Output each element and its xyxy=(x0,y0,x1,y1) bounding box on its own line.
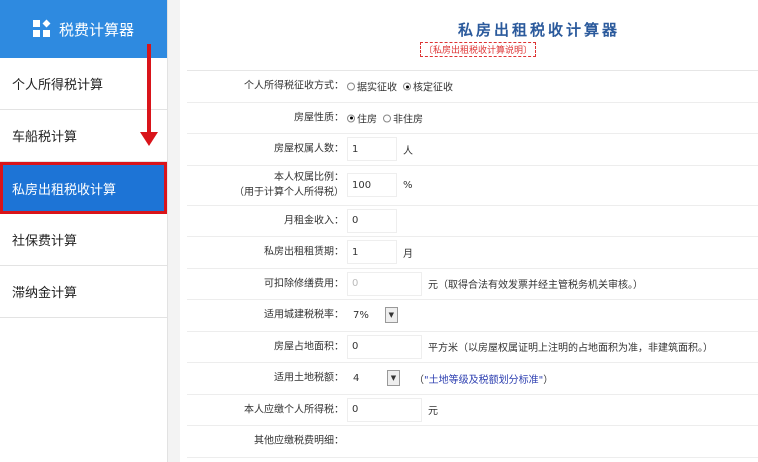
dropdown-arrow-icon[interactable]: ▼ xyxy=(387,370,400,387)
land-tax-standard-link[interactable]: "土地等级及税额划分标准" xyxy=(424,375,543,386)
unit: 人 xyxy=(403,145,413,157)
radio-assessed[interactable]: 核定征收 xyxy=(403,79,453,94)
radio-actual[interactable]: 据实征收 xyxy=(347,79,397,94)
owners-input[interactable]: 1 xyxy=(347,137,397,162)
label: 个人所得税征收方式： xyxy=(244,80,344,92)
income-tax-output: 0 xyxy=(347,397,422,422)
annotation-arrowhead xyxy=(140,132,158,146)
repair-cost-input[interactable]: 0 xyxy=(347,271,422,296)
radio-label: 非住房 xyxy=(393,114,423,126)
share-input[interactable]: 100 xyxy=(347,173,397,197)
paren: ） xyxy=(543,374,554,386)
label: 可扣除修缮费用： xyxy=(264,278,344,290)
lease-term-input[interactable]: 1 xyxy=(347,240,397,265)
sidebar-item-social-security[interactable]: 社保费计算 xyxy=(0,214,167,266)
paren: （ xyxy=(414,374,424,386)
label: 月租金收入： xyxy=(284,215,344,227)
label: 房屋占地面积： xyxy=(274,341,344,353)
radio-residential[interactable]: 住房 xyxy=(347,110,377,125)
row-repair-cost: 可扣除修缮费用： 0 元（取得合法有效发票并经主管税务机关审核。） xyxy=(187,269,758,300)
row-house-type: 房屋性质： 住房 非住房 xyxy=(187,103,758,134)
monthly-rent-input[interactable]: 0 xyxy=(347,208,397,233)
unit: 元 xyxy=(428,406,438,418)
calculator-panel: 私房出租税收计算器 〔私房出租税收计算说明〕 个人所得税征收方式： 据实征收 核定… xyxy=(180,0,758,462)
unit: 月 xyxy=(403,248,413,260)
row-owners: 房屋权属人数： 1人 xyxy=(187,134,758,166)
radio-label: 核定征收 xyxy=(413,82,453,94)
sidebar-header: 税费计算器 xyxy=(0,0,167,58)
label-sub: （用于计算个人所得税） xyxy=(234,187,344,198)
row-land-area: 房屋占地面积： 0 平方米（以房屋权属证明上注明的占地面积为准，非建筑面积。） xyxy=(187,332,758,363)
sidebar-item-income-tax[interactable]: 个人所得税计算 xyxy=(0,58,167,110)
calculator-form: 个人所得税征收方式： 据实征收 核定征收 房屋性质： 住房 非住房 房屋权属人数： … xyxy=(187,70,758,458)
row-monthly-rent: 月租金收入： 0 xyxy=(187,206,758,237)
land-area-input[interactable]: 0 xyxy=(347,334,422,359)
unit: % xyxy=(403,179,413,191)
row-other-taxes: 其他应缴税费明细： xyxy=(187,426,758,458)
unit: 平方米（以房屋权属证明上注明的占地面积为准，非建筑面积。） xyxy=(428,343,713,355)
row-city-tax-rate: 适用城建税税率： 7% ▼ xyxy=(187,300,758,332)
label: 私房出租租赁期： xyxy=(264,246,344,258)
explain-link[interactable]: 〔私房出租税收计算说明〕 xyxy=(420,42,537,57)
label: 房屋权属人数： xyxy=(274,143,344,155)
label-main: 本人权属比例： xyxy=(274,172,344,183)
page-title: 私房出租税收计算器 xyxy=(457,21,620,39)
sidebar: 税费计算器 个人所得税计算 车船税计算 私房出租税收计算 社保费计算 滞纳金计算 xyxy=(0,0,168,462)
label: 本人应缴个人所得税： xyxy=(244,404,344,416)
label: 房屋性质： xyxy=(294,112,344,124)
sidebar-item-late-fee[interactable]: 滞纳金计算 xyxy=(0,266,167,318)
sidebar-title: 税费计算器 xyxy=(58,20,134,39)
row-land-tax: 适用土地税额： 4 ▼ （"土地等级及税额划分标准"） xyxy=(187,363,758,395)
radio-label: 据实征收 xyxy=(357,82,397,94)
land-tax-select[interactable]: 4 ▼ xyxy=(347,370,400,387)
row-income-tax: 本人应缴个人所得税： 0元 xyxy=(187,395,758,426)
radio-label: 住房 xyxy=(357,114,377,126)
unit: 元（取得合法有效发票并经主管税务机关审核。） xyxy=(428,280,643,292)
select-value: 7% xyxy=(353,309,369,321)
row-lease-term: 私房出租租赁期： 1月 xyxy=(187,237,758,269)
label: 适用城建税税率： xyxy=(264,309,344,321)
row-share: 本人权属比例： （用于计算个人所得税） 100% xyxy=(187,166,758,206)
sidebar-item-rental-tax[interactable]: 私房出租税收计算 xyxy=(0,162,167,214)
city-tax-rate-select[interactable]: 7% ▼ xyxy=(347,307,398,324)
label: 其他应缴税费明细： xyxy=(254,435,344,447)
label: 适用土地税额： xyxy=(274,372,344,384)
label: 本人权属比例： （用于计算个人所得税） xyxy=(234,170,344,200)
row-collection-method: 个人所得税征收方式： 据实征收 核定征收 xyxy=(187,71,758,103)
annotation-arrow xyxy=(147,44,151,134)
calculator-grid-icon xyxy=(32,19,51,38)
select-value: 4 xyxy=(353,372,360,384)
radio-non-residential[interactable]: 非住房 xyxy=(383,110,423,125)
dropdown-arrow-icon[interactable]: ▼ xyxy=(384,307,398,324)
